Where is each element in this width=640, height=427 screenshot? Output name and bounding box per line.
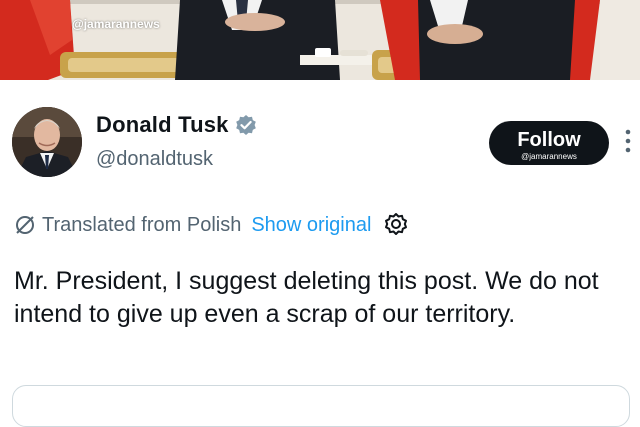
follow-button[interactable]: Follow @jamarannews	[489, 121, 609, 165]
verified-badge-icon	[235, 114, 257, 136]
translation-row: Translated from Polish Show original	[14, 212, 409, 238]
quoted-post-card[interactable]	[12, 385, 630, 427]
user-handle[interactable]: @donaldtusk	[96, 148, 213, 171]
tweet-text: Mr. President, I suggest deleting this p…	[14, 267, 599, 328]
translated-from-label: Translated from Polish	[42, 213, 242, 236]
show-original-link[interactable]: Show original	[251, 214, 371, 237]
display-name[interactable]: Donald Tusk	[96, 112, 229, 138]
photo-watermark: @jamarannews	[72, 17, 160, 31]
follow-watermark: @jamarannews	[521, 152, 577, 161]
name-row: Donald Tusk	[96, 112, 257, 138]
avatar-photo	[12, 107, 82, 177]
translate-icon	[14, 214, 36, 236]
follow-label: Follow	[517, 129, 581, 151]
gear-icon[interactable]	[383, 212, 409, 238]
photo-divider	[0, 80, 640, 88]
header-photo[interactable]: @jamarannews	[0, 0, 640, 80]
photo-illustration	[0, 0, 640, 80]
avatar[interactable]	[12, 107, 82, 177]
more-options-icon[interactable]	[624, 128, 632, 154]
